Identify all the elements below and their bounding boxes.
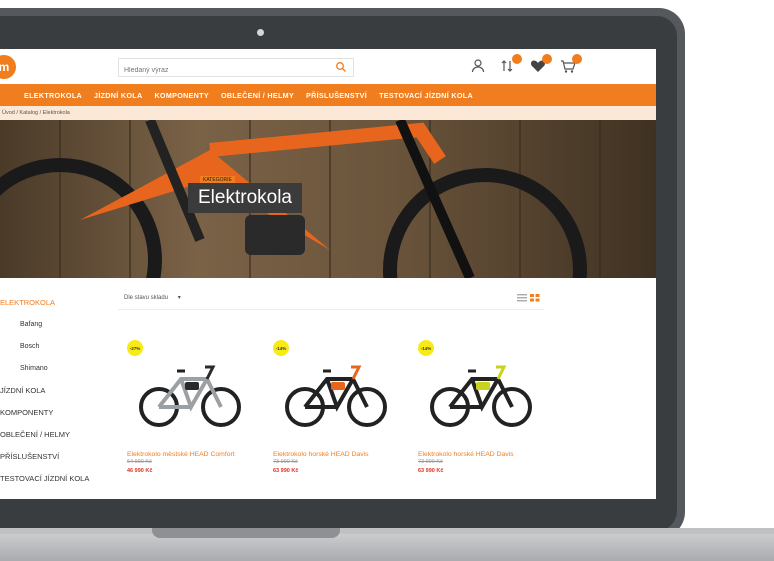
- sidebar-item[interactable]: Bafang: [0, 314, 110, 336]
- product-image[interactable]: [426, 355, 538, 430]
- search-input[interactable]: [119, 62, 324, 79]
- hero-category-title: Elektrokola: [188, 183, 302, 213]
- category-hero-banner: KATEGORIE Elektrokola: [0, 120, 656, 278]
- sidebar-item[interactable]: ELEKTROKOLA: [0, 292, 110, 314]
- product-old-price: 73 990 Kč: [273, 459, 298, 465]
- sort-select-caret: ▾: [177, 295, 181, 301]
- nav-item-prislusenstvi[interactable]: PŘÍSLUŠENSTVÍ: [306, 91, 367, 100]
- breadcrumb[interactable]: Úvod / Katalog / Elektrokola: [0, 106, 656, 120]
- sort-select-label: Dle stavu skladu: [124, 295, 169, 301]
- sidebar-item[interactable]: PŘÍSLUŠENSTVÍ: [0, 446, 110, 468]
- product-old-price: 73 990 Kč: [418, 459, 443, 465]
- site-header: m: [0, 49, 656, 84]
- product-name[interactable]: Elektrokolo městské HEAD Comfort: [127, 450, 257, 459]
- toolbar-divider: [118, 309, 544, 310]
- sidebar-item[interactable]: Shimano: [0, 358, 110, 380]
- sidebar-item[interactable]: OBLEČENÍ / HELMY: [0, 424, 110, 446]
- sidebar-item[interactable]: JÍZDNÍ KOLA: [0, 380, 110, 402]
- product-image[interactable]: [135, 355, 247, 430]
- sort-select[interactable]: Dle stavu skladu ▾: [124, 294, 181, 301]
- product-price: 63 990 Kč: [418, 468, 444, 474]
- browser-screen: m ELEKTROKO: [0, 49, 656, 499]
- cart-count-badge: [572, 54, 582, 64]
- user-icon[interactable]: [470, 58, 486, 74]
- site-logo[interactable]: m: [0, 55, 16, 79]
- hero-bike-image: [0, 120, 656, 278]
- laptop-notch: [152, 528, 340, 538]
- sidebar-item[interactable]: TESTOVACÍ JÍZDNÍ KOLA: [0, 468, 110, 490]
- list-view-icon[interactable]: [517, 294, 527, 302]
- discount-badge: -27%: [127, 340, 143, 356]
- product-old-price: 64 990 Kč: [127, 459, 152, 465]
- compare-count-badge: [512, 54, 522, 64]
- product-name[interactable]: Elektrokolo horské HEAD Davis: [418, 450, 548, 459]
- discount-badge: -14%: [418, 340, 434, 356]
- sidebar-item[interactable]: KOMPONENTY: [0, 402, 110, 424]
- view-switch: [517, 294, 540, 302]
- nav-item-elektrokola[interactable]: ELEKTROKOLA: [24, 91, 82, 100]
- wishlist-icon[interactable]: [530, 54, 552, 74]
- wishlist-count-badge: [542, 54, 552, 64]
- discount-badge: -14%: [273, 340, 289, 356]
- product-price: 46 990 Kč: [127, 468, 153, 474]
- header-icons: [470, 54, 582, 78]
- search-box: [118, 58, 354, 79]
- laptop-base-edge: [0, 528, 774, 534]
- product-name[interactable]: Elektrokolo horské HEAD Davis: [273, 450, 403, 459]
- nav-item-testovaci-kola[interactable]: TESTOVACÍ JÍZDNÍ KOLA: [379, 91, 473, 100]
- product-price: 63 990 Kč: [273, 468, 299, 474]
- nav-item-jizdni-kola[interactable]: JÍZDNÍ KOLA: [94, 91, 142, 100]
- sidebar-item[interactable]: Bosch: [0, 336, 110, 358]
- laptop-base: [0, 530, 774, 561]
- grid-view-icon[interactable]: [530, 294, 540, 302]
- product-image[interactable]: [281, 355, 393, 430]
- cart-icon[interactable]: [560, 54, 582, 74]
- main-nav: ELEKTROKOLA JÍZDNÍ KOLA KOMPONENTY OBLEČ…: [0, 84, 656, 106]
- nav-item-obleceni-helmy[interactable]: OBLEČENÍ / HELMY: [221, 91, 294, 100]
- webcam: [257, 29, 264, 36]
- nav-item-komponenty[interactable]: KOMPONENTY: [154, 91, 209, 100]
- category-sidebar: ELEKTROKOLA Bafang Bosch Shimano JÍZDNÍ KOLA…: [0, 292, 110, 490]
- search-icon[interactable]: [335, 61, 347, 73]
- compare-icon[interactable]: [500, 54, 522, 74]
